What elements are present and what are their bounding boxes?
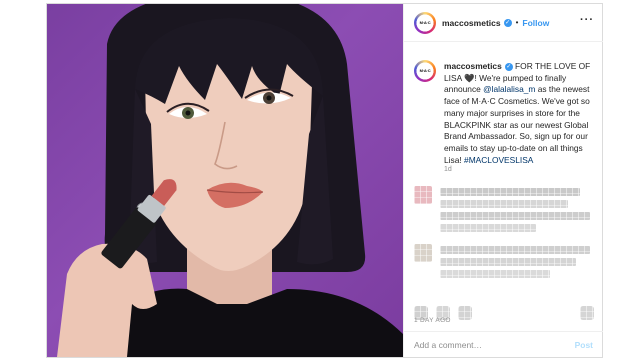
blurred-text — [440, 270, 550, 278]
share-icon[interactable] — [458, 306, 472, 320]
caption-text-part: as the newest face of M·A·C Cosmetics. W… — [444, 84, 590, 165]
header-separator: • — [515, 18, 519, 27]
caption-username[interactable]: maccosmetics — [444, 61, 502, 71]
save-icon[interactable] — [580, 306, 594, 320]
blurred-text — [440, 188, 580, 196]
caption-avatar[interactable]: M·A·C — [414, 60, 436, 82]
blurred-comment — [404, 242, 603, 302]
post-photo[interactable] — [47, 4, 403, 357]
blurred-text — [440, 246, 590, 254]
more-options-icon[interactable]: ··· — [580, 15, 594, 26]
post-age: 1 DAY AGO — [414, 317, 451, 324]
portrait-illustration — [57, 4, 403, 357]
instagram-post: M·A·C maccosmetics ✓ • Follow ··· M·A·C … — [46, 3, 603, 358]
avatar-logo-text: M·A·C — [419, 68, 431, 73]
caption-timestamp: 1d — [444, 166, 452, 173]
blurred-avatar — [414, 186, 432, 204]
add-comment-bar: Post — [404, 331, 603, 357]
heart-emoji: 🖤 — [464, 72, 475, 83]
post-comment-button[interactable]: Post — [575, 340, 593, 350]
post-side-panel: M·A·C maccosmetics ✓ • Follow ··· M·A·C … — [403, 4, 603, 357]
blurred-text — [440, 224, 536, 232]
account-username[interactable]: maccosmetics — [442, 18, 501, 28]
mention-link[interactable]: @lalalalisa_m — [483, 84, 535, 94]
post-header: M·A·C maccosmetics ✓ • Follow ··· — [404, 4, 603, 42]
follow-button[interactable]: Follow — [522, 18, 549, 28]
verified-badge-icon: ✓ — [503, 18, 512, 27]
blurred-comment — [404, 184, 603, 244]
blurred-text — [440, 258, 576, 266]
account-avatar[interactable]: M·A·C — [414, 11, 436, 34]
avatar-logo-text: M·A·C — [419, 19, 431, 25]
verified-badge-icon: ✓ — [504, 63, 513, 71]
blurred-text — [440, 200, 568, 208]
blurred-text — [440, 212, 590, 220]
comments-area[interactable]: M·A·C maccosmetics ✓ FOR THE LOVE OF LISA… — [404, 42, 603, 317]
hashtag-link[interactable]: #MACLOVESLISA — [464, 155, 533, 165]
add-comment-input[interactable] — [414, 338, 554, 352]
caption-text: maccosmetics ✓ FOR THE LOVE OF LISA 🖤! We… — [444, 61, 594, 166]
blurred-avatar — [414, 244, 432, 262]
